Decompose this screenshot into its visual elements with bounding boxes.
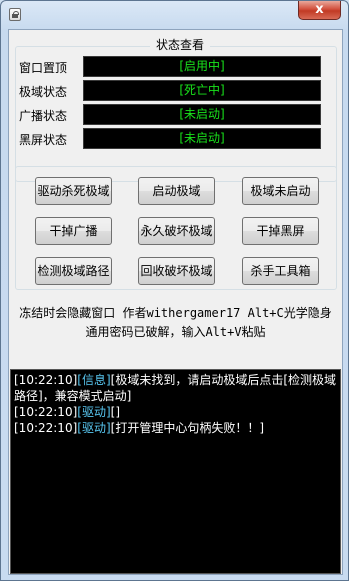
kill-blackscreen-button[interactable]: 干掉黑屏: [242, 217, 319, 245]
log-line: [10:22:10][驱动][]: [14, 404, 337, 420]
log-text: []: [110, 405, 121, 419]
detect-path-button[interactable]: 检测极域路径: [35, 257, 112, 285]
title-bar[interactable]: x: [1, 1, 348, 29]
info-author-line: 冻结时会隐藏窗口 作者withergamer17 Alt+C光学隐身: [19, 306, 332, 320]
status-label: 极域状态: [19, 85, 68, 99]
status-label: 窗口置顶: [19, 61, 68, 75]
log-tag: [信息]: [77, 373, 111, 387]
log-text: [打开管理中心句柄失败！！]: [110, 421, 265, 435]
log-tag: [驱动]: [77, 421, 111, 435]
status-value: [启用中]: [83, 56, 321, 77]
client-area: 状态查看 窗口置顶 [启用中] 极域状态 [死亡中] 广播状态 [未启动] 黑屏…: [8, 29, 343, 575]
action-panel: 驱动杀死极域 启动极域 极域未启动 干掉广播 永久破坏极域 干掉黑屏 检测极域路…: [15, 166, 337, 290]
status-row-mythware: 极域状态 [死亡中]: [17, 80, 325, 101]
toolbox-button[interactable]: 杀手工具箱: [242, 257, 319, 285]
log-line: [10:22:10][驱动][打开管理中心句柄失败！！]: [14, 420, 337, 436]
close-icon: x: [315, 2, 324, 17]
kill-broadcast-button[interactable]: 干掉广播: [35, 217, 112, 245]
status-row-broadcast: 广播状态 [未启动]: [17, 104, 325, 125]
log-tag: [驱动]: [77, 405, 111, 419]
permanent-break-button[interactable]: 永久破坏极域: [138, 217, 215, 245]
start-mythware-button[interactable]: 启动极域: [138, 177, 215, 205]
status-label: 黑屏状态: [19, 133, 68, 147]
mythware-status-button[interactable]: 极域未启动: [242, 177, 319, 205]
status-row-blackscreen: 黑屏状态 [未启动]: [17, 128, 325, 149]
status-row-topmost: 窗口置顶 [启用中]: [17, 56, 325, 77]
driver-kill-button[interactable]: 驱动杀死极域: [35, 177, 112, 205]
log-console[interactable]: [10:22:10][信息][极域未找到，请启动极域后点击[检测极域路径]，兼容…: [10, 369, 341, 574]
log-line: [10:22:10][信息][极域未找到，请启动极域后点击[检测极域路径]，兼容…: [14, 372, 337, 404]
info-password-line: 通用密码已破解，输入Alt+V粘贴: [85, 325, 266, 339]
app-window: x 状态查看 窗口置顶 [启用中] 极域状态 [死亡中] 广播状态 [未启动] …: [0, 0, 349, 581]
close-button[interactable]: x: [298, 1, 341, 20]
status-label: 广播状态: [19, 109, 68, 123]
status-value: [未启动]: [83, 128, 321, 149]
log-time: [10:22:10]: [14, 405, 78, 419]
restore-break-button[interactable]: 回收破坏极域: [138, 257, 215, 285]
log-time: [10:22:10]: [14, 421, 78, 435]
status-value: [未启动]: [83, 104, 321, 125]
status-value: [死亡中]: [83, 80, 321, 101]
log-time: [10:22:10]: [14, 373, 78, 387]
status-panel-title: 状态查看: [150, 36, 210, 53]
lock-icon: [9, 8, 21, 21]
